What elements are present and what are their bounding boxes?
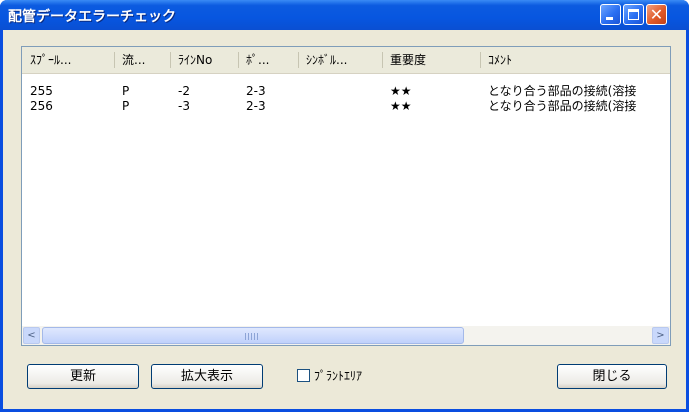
horizontal-scrollbar[interactable]: < > xyxy=(22,326,670,345)
close-window-button[interactable]: ✕ xyxy=(646,4,667,25)
column-separator[interactable] xyxy=(382,52,383,68)
cell-spool: 256 xyxy=(30,99,53,113)
maximize-icon xyxy=(628,9,639,20)
scroll-left-button[interactable]: < xyxy=(23,327,40,344)
column-separator[interactable] xyxy=(298,52,299,68)
plant-area-label[interactable]: ﾌﾟﾗﾝﾄｴﾘｱ xyxy=(314,367,362,384)
cell-flow: P xyxy=(122,84,130,98)
cell-symbol xyxy=(302,99,382,114)
column-separator[interactable] xyxy=(238,52,239,68)
scroll-right-button[interactable]: > xyxy=(652,327,669,344)
table-row[interactable]: 256 P -3 2-3 ★★ となり合う部品の接続(溶接 xyxy=(22,99,670,114)
cell-line-no: -2 xyxy=(178,84,190,98)
cell-severity: ★★ xyxy=(390,99,412,113)
maximize-button[interactable] xyxy=(623,4,644,25)
column-header-spool[interactable]: ｽﾌﾟｰﾙ... xyxy=(26,47,112,73)
cell-flow: P xyxy=(122,99,130,113)
list-header: ｽﾌﾟｰﾙ... 流... ﾗｲﾝNo ﾎﾟ... ｼﾝﾎﾞﾙ... 重要度 ｺ… xyxy=(22,47,670,74)
column-header-port[interactable]: ﾎﾟ... xyxy=(242,47,296,73)
chevron-right-icon: > xyxy=(656,330,665,341)
cell-comment: となり合う部品の接続(溶接 xyxy=(488,99,637,113)
column-header-severity[interactable]: 重要度 xyxy=(386,47,478,73)
cell-symbol xyxy=(302,84,382,99)
title-bar[interactable]: 配管データエラーチェック ✕ xyxy=(0,0,689,30)
table-row[interactable]: 255 P -2 2-3 ★★ となり合う部品の接続(溶接 xyxy=(22,84,670,99)
zoom-button[interactable]: 拡大表示 xyxy=(151,364,263,389)
column-header-flow[interactable]: 流... xyxy=(118,47,168,73)
chevron-left-icon: < xyxy=(27,330,36,341)
cell-line-no: -3 xyxy=(178,99,190,113)
column-header-line-no[interactable]: ﾗｲﾝNo xyxy=(174,47,238,73)
column-separator[interactable] xyxy=(114,52,115,68)
dialog-window: 配管データエラーチェック ✕ ｽﾌﾟｰﾙ... 流... ﾗｲﾝNo ﾎﾟ...… xyxy=(0,0,689,412)
cell-spool: 255 xyxy=(30,84,53,98)
grip-icon xyxy=(245,333,259,340)
column-header-symbol[interactable]: ｼﾝﾎﾞﾙ... xyxy=(302,47,382,73)
close-button[interactable]: 閉じる xyxy=(557,364,667,389)
scrollbar-thumb[interactable] xyxy=(42,327,464,344)
cell-comment: となり合う部品の接続(溶接 xyxy=(488,84,637,98)
plant-area-checkbox[interactable] xyxy=(297,369,310,382)
window-title: 配管データエラーチェック xyxy=(8,9,176,25)
cell-port: 2-3 xyxy=(246,99,266,113)
refresh-button[interactable]: 更新 xyxy=(27,364,139,389)
cell-port: 2-3 xyxy=(246,84,266,98)
minimize-icon xyxy=(606,17,613,20)
cell-severity: ★★ xyxy=(390,84,412,98)
column-separator[interactable] xyxy=(170,52,171,68)
error-list[interactable]: ｽﾌﾟｰﾙ... 流... ﾗｲﾝNo ﾎﾟ... ｼﾝﾎﾞﾙ... 重要度 ｺ… xyxy=(21,46,671,346)
minimize-button[interactable] xyxy=(600,4,621,25)
column-header-comment[interactable]: ｺﾒﾝﾄ xyxy=(484,47,670,73)
column-separator[interactable] xyxy=(480,52,481,68)
close-icon: ✕ xyxy=(649,5,664,24)
